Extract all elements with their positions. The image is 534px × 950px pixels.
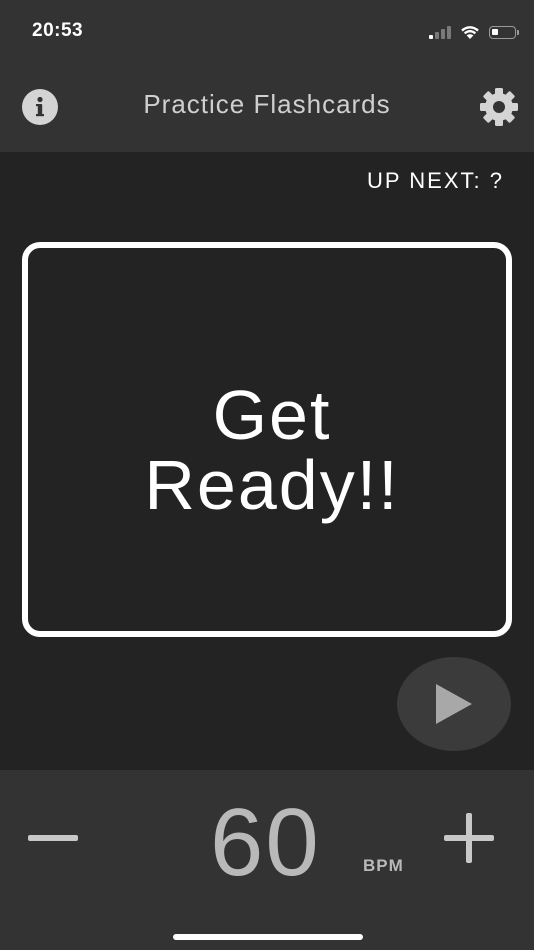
status-icons [429, 22, 519, 42]
flashcard[interactable]: Get Ready!! [22, 242, 512, 637]
gear-icon[interactable] [479, 87, 519, 127]
play-icon [436, 684, 472, 724]
cellular-signal-icon [429, 25, 451, 39]
status-time: 20:53 [32, 20, 84, 41]
battery-icon [489, 25, 519, 39]
battery-fill [492, 28, 498, 35]
page-title: Practice Flashcards [143, 89, 391, 119]
wifi-icon [461, 26, 479, 39]
flashcard-text: Get Ready!! [144, 375, 400, 524]
header-area: 20:53 Practice Flashcards [0, 0, 534, 152]
up-next-label: UP NEXT: ? [367, 168, 504, 193]
tempo-value: 60 [210, 789, 321, 896]
tempo-unit: BPM [363, 856, 404, 875]
home-indicator[interactable] [173, 934, 363, 940]
decrease-tempo-button[interactable] [28, 835, 78, 841]
play-button[interactable] [397, 657, 511, 751]
flashcards-screen: 20:53 Practice Flashcards UP NEXT: ? Get… [0, 0, 534, 950]
increase-tempo-button[interactable] [444, 813, 494, 863]
